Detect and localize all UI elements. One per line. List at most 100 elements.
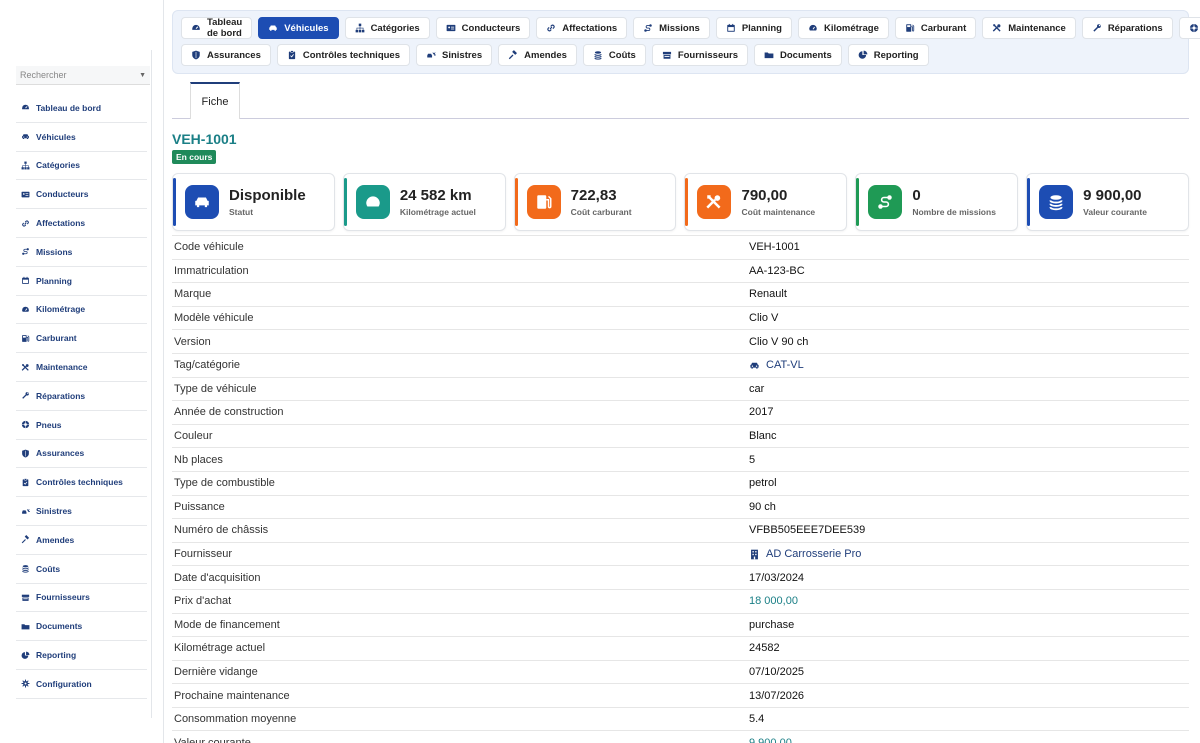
sidebar-item-label: Maintenance: [36, 362, 88, 373]
nav-chip-maintenance[interactable]: Maintenance: [982, 17, 1076, 39]
sidebar-item-conducteurs[interactable]: Conducteurs: [16, 180, 147, 210]
sitemap-icon: [18, 161, 32, 170]
nav-chip-vehicules[interactable]: Véhicules: [258, 17, 339, 39]
nav-chip-label: Planning: [741, 22, 782, 34]
nav-chip-pneus[interactable]: Pneus: [1178, 17, 1200, 39]
nav-chip-categories[interactable]: Catégories: [344, 17, 430, 39]
detail-value-text: Blanc: [749, 430, 777, 443]
sidebar-item-sinistres[interactable]: Sinistres: [16, 497, 147, 526]
detail-row-couleur: Couleur Blanc: [172, 423, 1189, 448]
detail-label: Code véhicule: [174, 241, 244, 254]
sidebar-item-controles-techniques[interactable]: Contrôles techniques: [16, 468, 147, 498]
nav-chip-label: Véhicules: [284, 22, 329, 34]
detail-label: Valeur courante: [174, 736, 251, 743]
sidebar-item-reparations[interactable]: Réparations: [16, 382, 147, 411]
nav-chip-label: Catégories: [370, 22, 420, 34]
detail-value: AA-123-BC: [749, 265, 805, 277]
nav-chip-reporting[interactable]: Reporting: [847, 44, 929, 66]
detail-row-fournisseur: Fournisseur AD Carrosserie Pro: [172, 541, 1189, 566]
nav-chip-kilometrage[interactable]: Kilométrage: [797, 17, 889, 39]
sidebar-item-affectations[interactable]: Affectations: [16, 209, 147, 238]
sidebar-item-configuration[interactable]: Configuration: [16, 670, 147, 699]
gavel-icon: [18, 535, 32, 544]
gauge-icon: [364, 193, 382, 211]
detail-value: Clio V 90 ch: [749, 336, 808, 348]
sidebar-item-missions[interactable]: Missions: [16, 238, 147, 267]
sidebar-item-reporting[interactable]: Reporting: [16, 641, 147, 670]
sidebar-item-amendes[interactable]: Amendes: [16, 526, 147, 555]
gear-icon: [18, 679, 32, 688]
sidebar-item-label: Kilométrage: [36, 304, 86, 315]
kpi-card-icon-box: [697, 185, 732, 219]
nav-chip-missions[interactable]: Missions: [633, 17, 710, 39]
folder-icon: [764, 50, 774, 60]
sidebar-divider: [151, 50, 152, 718]
sidebar-item-maintenance[interactable]: Maintenance: [16, 353, 147, 382]
nav-chip-assurances[interactable]: Assurances: [181, 44, 271, 66]
kpi-value: Disponible: [229, 187, 306, 204]
sidebar-item-pneus[interactable]: Pneus: [16, 411, 147, 440]
detail-row-numero-de-chassis: Numéro de châssis VFBB505EEE7DEE539: [172, 518, 1189, 542]
sidebar-item-label: Coûts: [36, 563, 61, 574]
detail-row-tag-categorie: Tag/catégorie CAT-VL: [172, 352, 1189, 377]
nav-chip-couts[interactable]: Coûts: [582, 44, 646, 66]
sidebar-item-tableau-de-bord[interactable]: Tableau de bord: [16, 94, 147, 123]
sidebar-item-planning[interactable]: Planning: [16, 267, 147, 296]
nav-chip-planning[interactable]: Planning: [715, 17, 792, 39]
tools-icon: [18, 363, 32, 372]
detail-link[interactable]: CAT-VL: [749, 359, 804, 371]
detail-link[interactable]: AD Carrosserie Pro: [749, 548, 861, 560]
detail-value: VFBB505EEE7DEE539: [749, 524, 865, 536]
detail-value-text: AA-123-BC: [749, 264, 805, 277]
clipboard-icon: [18, 478, 32, 487]
sidebar-item-assurances[interactable]: Assurances: [16, 440, 147, 469]
dashboard-icon: [191, 23, 201, 33]
wrench-icon: [18, 391, 32, 400]
clipboard-icon: [287, 50, 297, 60]
sidebar: Rechercher ▼ Tableau de bord Véhicules Cat…: [0, 0, 164, 743]
sidebar-item-vehicules[interactable]: Véhicules: [16, 123, 147, 152]
detail-value: Renault: [749, 288, 787, 300]
detail-value-text: 5.4: [749, 713, 765, 726]
nav-chip-label: Fournisseurs: [677, 49, 739, 61]
calendar-icon: [18, 276, 32, 285]
dashboard-icon: [18, 103, 32, 112]
sidebar-item-documents[interactable]: Documents: [16, 612, 147, 642]
sidebar-item-carburant[interactable]: Carburant: [16, 324, 147, 354]
detail-value-text: VEH-1001: [749, 241, 800, 254]
fuel-icon: [535, 193, 553, 211]
sidebar-item-label: Tableau de bord: [36, 102, 102, 113]
nav-chip-conducteurs[interactable]: Conducteurs: [435, 17, 531, 39]
tire-icon: [18, 420, 32, 429]
tab-fiche[interactable]: Fiche: [190, 82, 240, 119]
nav-chip-documents[interactable]: Documents: [754, 44, 842, 66]
kpi-card-icon-box: [355, 185, 390, 219]
sidebar-item-label: Documents: [36, 621, 83, 632]
sidebar-item-kilometrage[interactable]: Kilométrage: [16, 296, 147, 325]
detail-value: 24582: [749, 642, 780, 654]
sidebar-item-categories[interactable]: Catégories: [16, 152, 147, 181]
caret-down-icon: ▼: [139, 71, 146, 79]
detail-row-marque: Marque Renault: [172, 282, 1189, 306]
detail-row-date-d-acquisition: Date d'acquisition 17/03/2024: [172, 565, 1189, 589]
sidebar-item-label: Assurances: [36, 448, 85, 459]
sidebar-search-select[interactable]: Rechercher ▼: [16, 66, 150, 85]
nav-chip-reparations[interactable]: Réparations: [1081, 17, 1173, 39]
crash-icon: [426, 50, 436, 60]
nav-chip-controles-techniques[interactable]: Contrôles techniques: [276, 44, 410, 66]
sidebar-item-label: Reporting: [36, 650, 77, 661]
kpi-card-icon-box: [1039, 185, 1074, 219]
sidebar-item-fournisseurs[interactable]: Fournisseurs: [16, 584, 147, 613]
detail-value: purchase: [749, 619, 794, 631]
nav-chip-tableau-de-bord[interactable]: Tableau de bord: [181, 17, 253, 39]
nav-chip-sinistres[interactable]: Sinistres: [416, 44, 493, 66]
nav-chip-fournisseurs[interactable]: Fournisseurs: [651, 44, 749, 66]
sidebar-item-couts[interactable]: Coûts: [16, 555, 147, 584]
nav-chip-affectations[interactable]: Affectations: [536, 17, 628, 39]
nav-chip-carburant[interactable]: Carburant: [894, 17, 977, 39]
nav-chip-amendes[interactable]: Amendes: [498, 44, 577, 66]
detail-value: 90 ch: [749, 501, 776, 513]
detail-row-modele-vehicule: Modèle véhicule Clio V: [172, 305, 1189, 330]
detail-value-text: 2017: [749, 406, 774, 419]
vehicle-details-table: Code véhicule VEH-1001 Immatriculation AA-1…: [172, 235, 1189, 743]
